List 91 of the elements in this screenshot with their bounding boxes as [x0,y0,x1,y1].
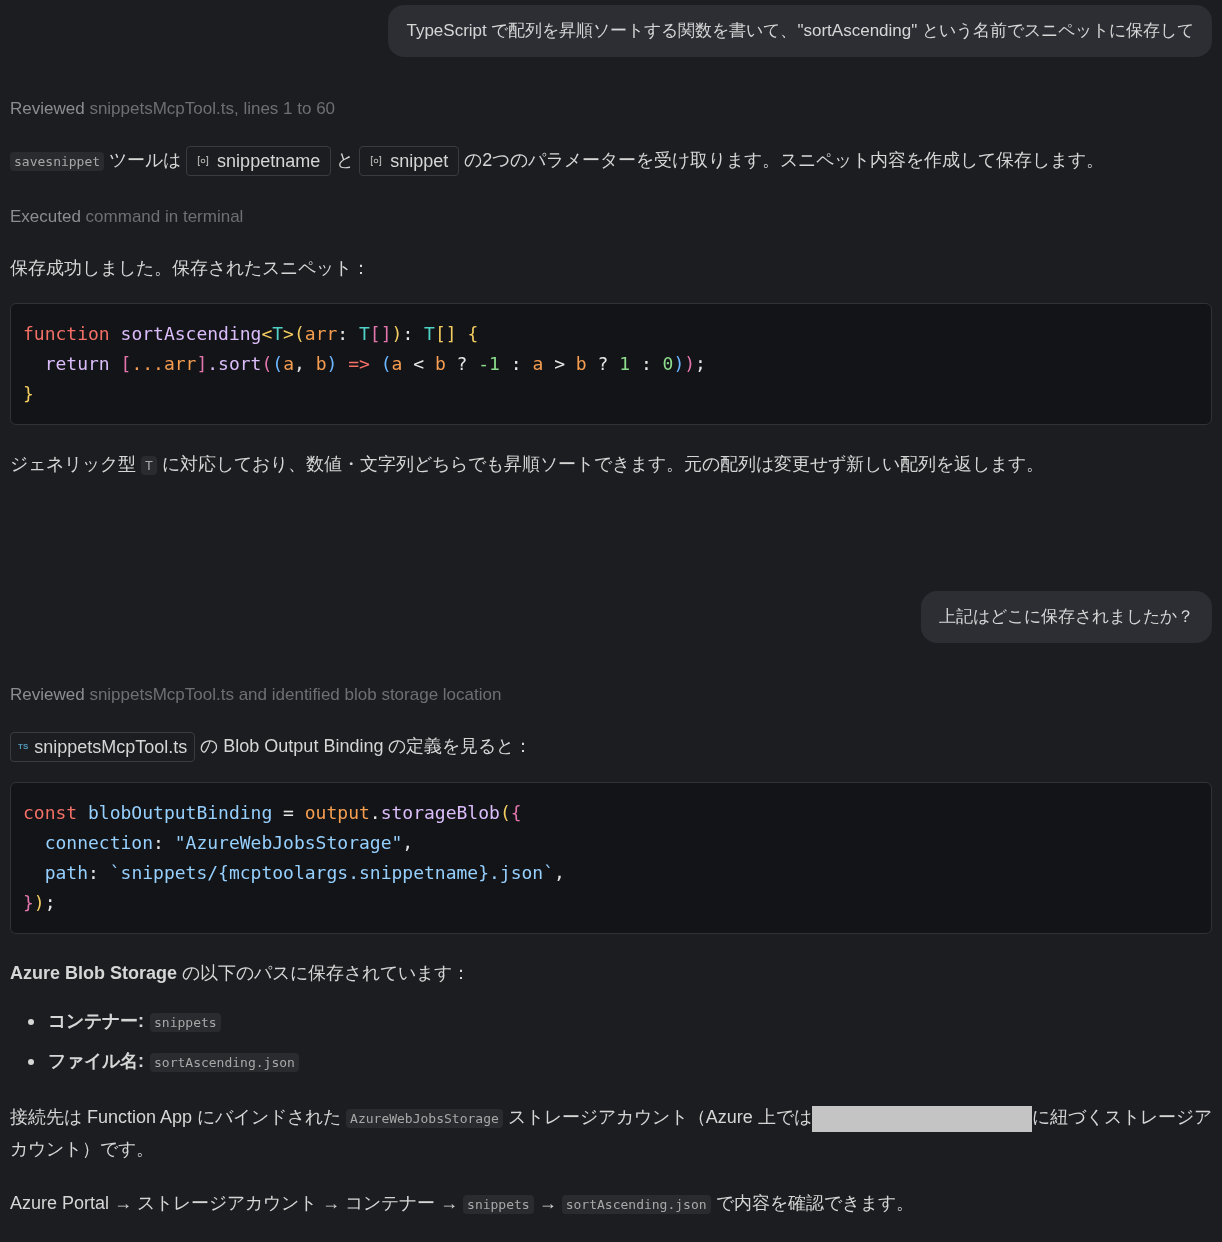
code-token: : [337,323,350,344]
code-token: output [304,802,370,824]
brackets-icon [197,155,210,168]
status-line: Reviewed snippetsMcpTool.ts, lines 1 to 60 [10,98,337,120]
code-token: a [532,353,544,374]
symbol-chip[interactable]: snippetname [186,146,332,177]
code-token: T [359,323,370,344]
user-message: 上記はどこに保存されましたか？ [921,591,1212,643]
code-token: = [282,802,295,824]
code-token: function [23,323,110,344]
code-token: . [369,802,381,824]
list-item: ファイル名: sortAscending.json [48,1046,299,1079]
code-token: `snippets/{mcptoolargs.snippetname}.json` [109,862,555,884]
code-token: ? [455,353,469,374]
inline-code: sortAscending.json [150,1053,299,1073]
inline-code: AzureWebJobsStorage [346,1109,503,1129]
code-token: , [294,353,306,374]
code-token: ) [684,353,696,374]
code-token: , [402,832,414,854]
code-token: { [510,802,522,824]
file-chip[interactable]: TS snippetsMcpTool.ts [10,732,196,763]
code-token: : [88,862,100,884]
brackets-icon [370,155,383,168]
code-token: ] [196,353,208,374]
code-token: ; [695,353,706,374]
code-token: .sort [207,353,262,374]
code-token: return [43,353,110,374]
code-token: : [509,353,523,374]
status-line: Executed command in terminal [10,206,245,228]
code-token: [] [369,323,392,344]
code-token: : [639,353,653,374]
code-token: ( [499,802,511,824]
paragraph: ジェネリック型 T に対応しており、数値・文字列どちらでも昇順ソートできます。元の配列は変更せず新しい配列を返します。 [10,453,1045,477]
code-token: [ [119,353,132,374]
code-token: 0 [662,353,674,374]
code-token: ( [261,353,273,374]
code-token: path [43,862,89,884]
code-token: storageBlob [380,802,500,824]
code-token: [] [434,323,457,344]
code-token: > [553,353,566,374]
inline-code: snippets [463,1195,534,1215]
code-token: b [575,353,587,374]
code-token: ) [33,892,45,914]
inline-code: snippets [150,1013,221,1033]
code-token: > [283,323,294,344]
code-token: blobOutputBinding [87,802,273,824]
code-token: const [23,802,78,824]
code-token: sortAscending [119,323,262,344]
code-token: : [402,323,415,344]
user-message: TypeScript で配列を昇順ソートする関数を書いて、"sortAscending" という名前でスニペットに保存して [388,5,1212,57]
inline-code: savesnippet [10,152,105,171]
list-item: コンテナー: snippets [48,1006,221,1039]
paragraph: TS snippetsMcpTool.ts の Blob Output Binding の定義を見ると： [10,731,1212,763]
code-token: ( [379,353,392,374]
code-token: , [554,862,565,884]
code-token: ; [44,892,56,914]
code-token: -1 [478,353,500,374]
symbol-chip[interactable]: snippet [359,146,460,177]
inline-code: sortAscending.json [561,1195,711,1215]
code-token: 1 [619,353,631,374]
code-token: T [424,323,435,344]
code-token: } [23,383,34,404]
code-token: } [23,892,34,914]
code-token: => [347,353,370,374]
code-token: "AzureWebJobsStorage" [174,832,403,854]
code-token: ( [272,353,284,374]
code-token: ) [391,323,403,344]
status-line: Reviewed snippetsMcpTool.ts and identified blob storage location [10,684,503,706]
code-token: ? [596,353,610,374]
code-token: ) [673,353,685,374]
code-token: { [466,323,479,344]
code-token: < [412,353,426,374]
code-token: < [261,323,273,344]
file-type-label: TS [18,741,29,754]
code-token: b [434,353,446,374]
code-token: a [391,353,403,374]
paragraph: 接続先は Function App にバインドされた AzureWebJobsStorage ストレージアカウント（Azure 上では に紐づくストレージアカウント）です。 [10,1104,1212,1162]
code-token: a [283,353,294,374]
paragraph: savesnippet ツールは snippetname と snippet の2つのパラメーターを受け取ります。スニペット内容を作成して保存します。 [10,145,1212,177]
paragraph: Azure Blob Storage の以下のパスに保存されています： [10,962,472,986]
inline-code: T [141,456,157,475]
code-token: arr [304,323,338,344]
paragraph: 保存成功しました。保存されたスニペット： [10,257,371,280]
paragraph: Azure Portal → ストレージアカウント → コンテナー → snippets → sortAscending.json で内容を確認できます。 [10,1192,915,1217]
code-token: b [315,353,327,374]
code-token: connection [43,832,154,854]
code-token: ( [293,323,305,344]
code-token: ) [326,353,338,374]
code-token: T [272,323,284,344]
code-token: ...arr [131,353,197,374]
code-token: : [153,832,165,854]
